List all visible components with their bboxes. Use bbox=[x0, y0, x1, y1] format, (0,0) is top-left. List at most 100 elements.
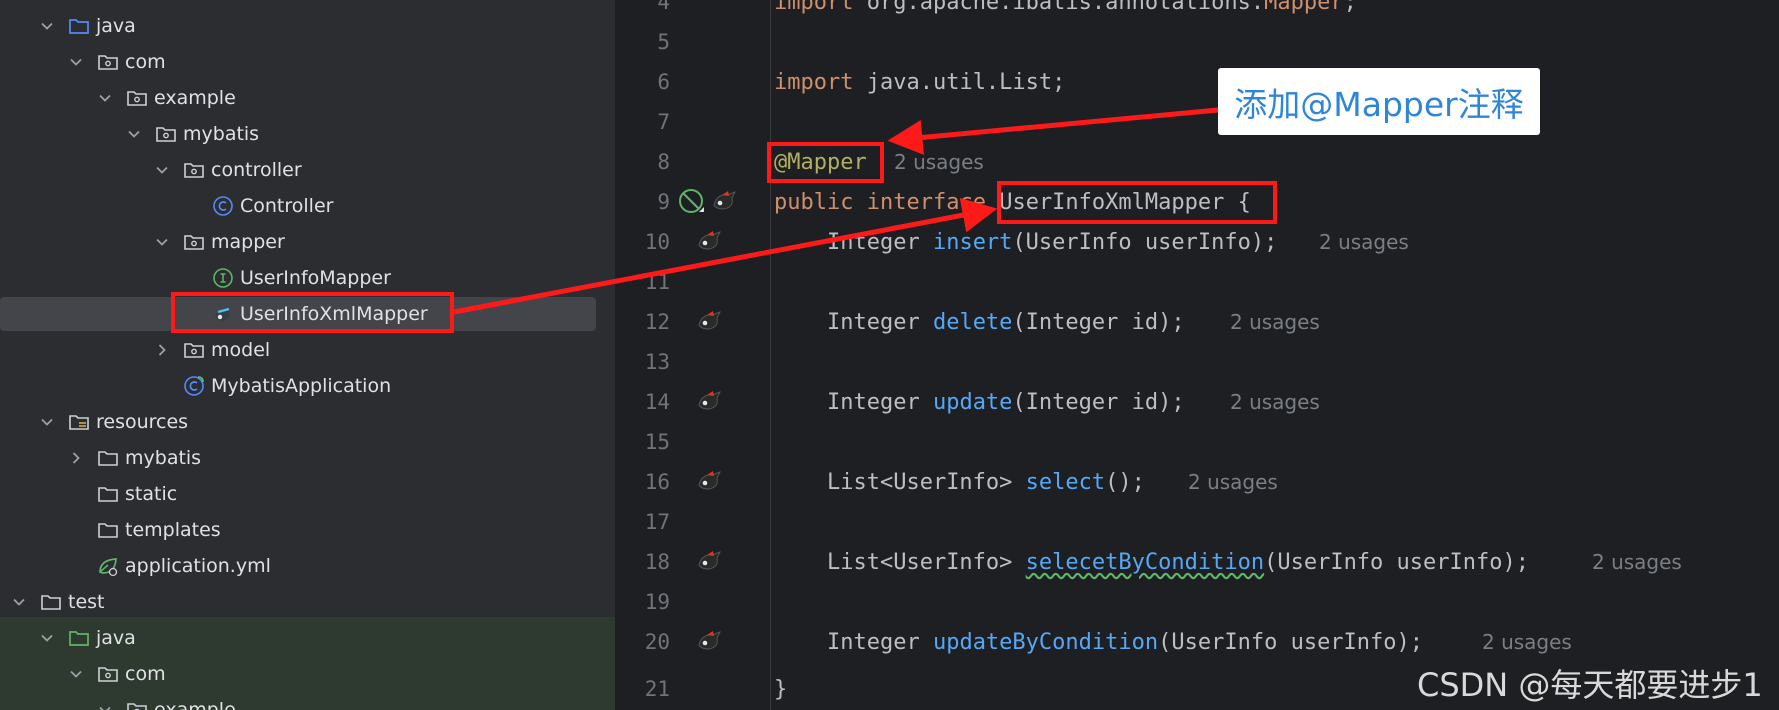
tree-item-test[interactable]: test bbox=[0, 584, 615, 620]
code-line-20[interactable]: 20 Integer updateByCondition(UserInfo us… bbox=[615, 622, 1779, 662]
code-line-18[interactable]: 18 List<UserInfo> selecetByCondition(Use… bbox=[615, 542, 1779, 582]
line-number: 10 bbox=[644, 230, 670, 254]
code-line-16[interactable]: 16 List<UserInfo> select(); 2 usages bbox=[615, 462, 1779, 502]
code-line-4[interactable]: 4 import org.apache.ibatis.annotations.M… bbox=[615, 0, 1779, 22]
tree-item-label: model bbox=[211, 339, 271, 361]
tree-item-test-java[interactable]: java bbox=[0, 620, 615, 656]
mybatis-bird-icon[interactable] bbox=[695, 547, 725, 577]
tree-item-java[interactable]: java bbox=[0, 8, 615, 44]
usages-hint[interactable]: 2 usages bbox=[1319, 230, 1409, 254]
line-number: 14 bbox=[644, 390, 670, 414]
tree-item-model[interactable]: model bbox=[0, 332, 615, 368]
tree-item-mapper[interactable]: mapper bbox=[0, 224, 615, 260]
chevron-down-icon[interactable] bbox=[10, 593, 28, 611]
usages-hint[interactable]: 2 usages bbox=[894, 150, 984, 174]
code-line-17[interactable]: 17 bbox=[615, 502, 1779, 542]
usages-hint[interactable]: 2 usages bbox=[1482, 630, 1572, 654]
tree-item-resources[interactable]: resources bbox=[0, 404, 615, 440]
chevron-down-icon[interactable] bbox=[38, 17, 56, 35]
mybatis-bird-icon[interactable] bbox=[695, 307, 725, 337]
chevron-down-icon[interactable] bbox=[96, 89, 114, 107]
line-number: 19 bbox=[644, 590, 670, 614]
code-line-13[interactable]: 13 bbox=[615, 342, 1779, 382]
mybatis-bird-icon[interactable] bbox=[695, 467, 725, 497]
chevron-down-icon[interactable] bbox=[125, 125, 143, 143]
project-tree-panel: java com example mybatis controller Cont… bbox=[0, 0, 615, 710]
chevron-down-icon[interactable] bbox=[67, 53, 85, 71]
tree-item-label: resources bbox=[96, 411, 189, 433]
chevron-down-icon[interactable] bbox=[38, 629, 56, 647]
line-number: 8 bbox=[657, 150, 670, 174]
tree-item-templates[interactable]: templates bbox=[0, 512, 615, 548]
tree-item-mybatis-package[interactable]: mybatis bbox=[0, 116, 615, 152]
test-source-folder-icon bbox=[68, 627, 90, 649]
chevron-down-icon[interactable] bbox=[96, 701, 114, 710]
chevron-down-icon[interactable] bbox=[67, 665, 85, 683]
line-number: 15 bbox=[644, 430, 670, 454]
usages-hint[interactable]: 2 usages bbox=[1188, 470, 1278, 494]
chevron-down-icon[interactable] bbox=[153, 161, 171, 179]
tree-item-label: java bbox=[96, 15, 136, 37]
mybatis-bird-icon[interactable] bbox=[695, 387, 725, 417]
tree-item-controller[interactable]: controller bbox=[0, 152, 615, 188]
code-text: Integer update(Integer id); bbox=[826, 389, 1185, 415]
spring-boot-class-icon bbox=[183, 375, 205, 397]
code-line-15[interactable]: 15 bbox=[615, 422, 1779, 462]
code-line-14[interactable]: 14 Integer update(Integer id); 2 usages bbox=[615, 382, 1779, 422]
mybatis-bird-icon[interactable] bbox=[695, 227, 725, 257]
code-line-7[interactable]: 7 bbox=[615, 102, 1779, 142]
mybatis-bird-icon[interactable] bbox=[710, 187, 740, 217]
line-number: 4 bbox=[657, 0, 670, 14]
code-line-11[interactable]: 11 bbox=[615, 262, 1779, 302]
code-line-6[interactable]: 6 import java.util.List; bbox=[615, 62, 1779, 102]
chevron-right-icon[interactable] bbox=[153, 341, 171, 359]
code-line-5[interactable]: 5 bbox=[615, 22, 1779, 62]
code-line-10[interactable]: 10 Integer insert(UserInfo userInfo); 2 … bbox=[615, 222, 1779, 262]
code-text: List<UserInfo> selecetByCondition(UserIn… bbox=[826, 549, 1529, 575]
usages-hint[interactable]: 2 usages bbox=[1230, 310, 1320, 334]
package-icon bbox=[183, 231, 205, 253]
tree-item-test-example[interactable]: example bbox=[0, 692, 615, 710]
usages-hint[interactable]: 2 usages bbox=[1230, 390, 1320, 414]
interface-icon bbox=[212, 267, 234, 289]
code-text: Integer insert(UserInfo userInfo); bbox=[826, 229, 1278, 255]
line-number: 13 bbox=[644, 350, 670, 374]
source-folder-icon bbox=[68, 15, 90, 37]
chevron-down-icon[interactable] bbox=[38, 413, 56, 431]
tree-item-label: controller bbox=[211, 159, 302, 181]
code-text: import java.util.List; bbox=[774, 69, 1066, 95]
chevron-right-icon[interactable] bbox=[67, 449, 85, 467]
tree-item-controller-class[interactable]: Controller bbox=[0, 188, 615, 224]
code-text: Integer delete(Integer id); bbox=[826, 309, 1185, 335]
tree-item-label: com bbox=[125, 51, 166, 73]
tree-item-mybatis-folder[interactable]: mybatis bbox=[0, 440, 615, 476]
tree-item-static[interactable]: static bbox=[0, 476, 615, 512]
highlight-box-interface-name bbox=[997, 181, 1277, 224]
tree-item-com[interactable]: com bbox=[0, 44, 615, 80]
spring-config-icon bbox=[97, 555, 119, 577]
tree-item-example[interactable]: example bbox=[0, 80, 615, 116]
resources-folder-icon bbox=[68, 411, 90, 433]
tree-item-label: mapper bbox=[211, 231, 285, 253]
code-editor[interactable]: 4 import org.apache.ibatis.annotations.M… bbox=[615, 0, 1779, 710]
tree-item-application-yml[interactable]: application.yml bbox=[0, 548, 615, 584]
chevron-down-icon[interactable] bbox=[153, 233, 171, 251]
tree-item-test-com[interactable]: com bbox=[0, 656, 615, 692]
tree-item-userinfomapper[interactable]: UserInfoMapper bbox=[0, 260, 615, 296]
line-number: 7 bbox=[657, 110, 670, 134]
line-number: 12 bbox=[644, 310, 670, 334]
no-implementation-icon[interactable] bbox=[677, 187, 707, 217]
tree-item-label: Controller bbox=[240, 195, 334, 217]
tree-item-label: mybatis bbox=[183, 123, 260, 145]
folder-icon bbox=[97, 447, 119, 469]
code-line-19[interactable]: 19 bbox=[615, 582, 1779, 622]
code-line-12[interactable]: 12 Integer delete(Integer id); 2 usages bbox=[615, 302, 1779, 342]
usages-hint[interactable]: 2 usages bbox=[1592, 550, 1682, 574]
highlight-box-xmlmapper-file bbox=[171, 292, 454, 333]
line-number: 20 bbox=[644, 630, 670, 654]
line-number: 17 bbox=[644, 510, 670, 534]
mybatis-bird-icon[interactable] bbox=[695, 627, 725, 657]
tree-item-mybatisapplication[interactable]: MybatisApplication bbox=[0, 368, 615, 404]
package-icon bbox=[183, 159, 205, 181]
line-number: 18 bbox=[644, 550, 670, 574]
